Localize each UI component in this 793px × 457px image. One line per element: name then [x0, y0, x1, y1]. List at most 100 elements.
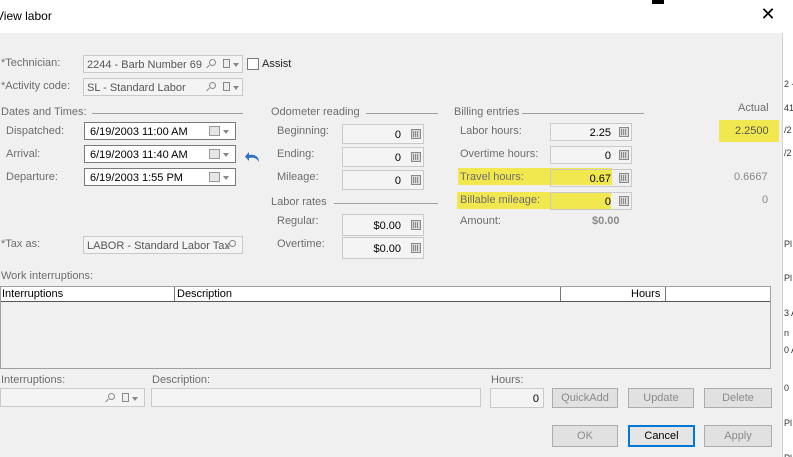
chevron-down-icon[interactable]: [223, 130, 229, 134]
ending-field[interactable]: 0: [342, 147, 424, 167]
bg-text: /2: [784, 148, 792, 158]
odometer-section-title: Odometer reading: [271, 106, 360, 118]
column-header-hours[interactable]: Hours: [631, 288, 660, 300]
billable-mileage-field[interactable]: 0: [550, 192, 632, 210]
delete-button[interactable]: Delete: [704, 388, 772, 408]
labor-hours-field[interactable]: 2.25: [550, 123, 632, 141]
labor-hours-value: 2.25: [589, 127, 611, 139]
billable-mileage-label: Billable mileage:: [460, 194, 541, 206]
column-header-description[interactable]: Description: [177, 288, 232, 300]
calculator-icon[interactable]: [619, 150, 629, 160]
billing-section-title: Billing entries: [454, 106, 520, 118]
bg-text: Pl: [784, 418, 793, 428]
background-window-fragment: [652, 0, 664, 4]
technician-field[interactable]: 2244 - Barb Number 69: [83, 55, 243, 73]
document-icon[interactable]: [223, 82, 230, 91]
dispatched-label: Dispatched:: [6, 125, 65, 137]
dates-section-title: Dates and Times:: [1, 106, 87, 118]
overtime-rate-field[interactable]: $0.00: [342, 237, 424, 259]
close-button[interactable]: ✕: [758, 4, 778, 24]
activity-code-field[interactable]: SL - Standard Labor: [83, 78, 243, 96]
assist-checkbox[interactable]: [247, 58, 259, 70]
chevron-down-icon[interactable]: [233, 63, 239, 67]
hours-field[interactable]: 0: [490, 388, 544, 408]
calculator-icon[interactable]: [619, 173, 629, 183]
regular-rate-field[interactable]: $0.00: [342, 214, 424, 236]
search-icon[interactable]: [229, 240, 236, 247]
actual-labor-value: 2.2500: [735, 125, 769, 137]
dispatched-field[interactable]: 6/19/2003 11:00 AM: [84, 122, 236, 140]
description-field[interactable]: [151, 388, 481, 407]
calculator-icon[interactable]: [411, 243, 421, 253]
travel-hours-field[interactable]: 0.67: [550, 169, 632, 187]
search-icon[interactable]: [209, 59, 216, 66]
overtime-rate-value: $0.00: [373, 243, 401, 255]
travel-hours-value: 0.67: [589, 173, 611, 185]
tax-as-field[interactable]: LABOR - Standard Labor Tax: [83, 236, 243, 254]
bg-text: 0 A: [784, 345, 793, 355]
mileage-value: 0: [394, 175, 401, 187]
document-icon[interactable]: [122, 393, 129, 402]
billable-mileage-value: 0: [604, 196, 611, 208]
bg-text: 3 A: [784, 308, 793, 318]
section-divider: [334, 203, 438, 204]
bg-text: n: [784, 328, 790, 338]
hours-value: 0: [532, 393, 539, 405]
cancel-button[interactable]: Cancel: [628, 425, 695, 447]
search-icon[interactable]: [108, 393, 115, 400]
undo-arrow-icon[interactable]: [244, 150, 262, 164]
column-separator: [665, 287, 666, 301]
arrival-value: 6/19/2003 11:40 AM: [90, 149, 188, 161]
calendar-icon[interactable]: [209, 172, 220, 182]
calculator-icon[interactable]: [619, 196, 629, 206]
bg-text: Pl: [784, 239, 793, 249]
labor-hours-label: Labor hours:: [460, 125, 522, 137]
arrival-label: Arrival:: [6, 148, 41, 160]
ending-label: Ending:: [277, 148, 315, 160]
chevron-down-icon[interactable]: [223, 153, 229, 157]
calculator-icon[interactable]: [411, 220, 421, 230]
calculator-icon[interactable]: [411, 152, 421, 162]
apply-button[interactable]: Apply: [704, 425, 772, 447]
beginning-field[interactable]: 0: [342, 124, 424, 144]
technician-label: *Technician:: [1, 57, 61, 69]
bg-text: Pl: [784, 453, 792, 457]
ok-button[interactable]: OK: [552, 425, 618, 447]
column-header-interruptions[interactable]: Interruptions: [2, 288, 63, 300]
calculator-icon[interactable]: [619, 127, 629, 137]
update-button[interactable]: Update: [628, 388, 694, 408]
overtime-hours-label: Overtime hours:: [460, 148, 539, 160]
chevron-down-icon[interactable]: [223, 176, 229, 180]
regular-rate-label: Regular:: [277, 215, 319, 227]
departure-value: 6/19/2003 1:55 PM: [90, 172, 183, 184]
amount-value: $0.00: [592, 215, 620, 227]
overtime-rate-label: Overtime:: [277, 238, 325, 250]
chevron-down-icon[interactable]: [233, 86, 239, 90]
labor-rates-section-title: Labor rates: [271, 196, 327, 208]
bg-text: 0: [784, 383, 790, 393]
chevron-down-icon[interactable]: [132, 397, 138, 401]
arrival-field[interactable]: 6/19/2003 11:40 AM: [84, 145, 236, 163]
calendar-icon[interactable]: [209, 126, 220, 136]
bg-text: 2 -: [784, 79, 793, 89]
hours-label: Hours:: [491, 374, 524, 386]
calculator-icon[interactable]: [411, 129, 421, 139]
mileage-field[interactable]: 0: [342, 170, 424, 190]
document-icon[interactable]: [223, 59, 230, 68]
column-separator: [560, 287, 561, 301]
departure-field[interactable]: 6/19/2003 1:55 PM: [84, 168, 236, 186]
tax-as-label: *Tax as:: [1, 238, 41, 250]
section-divider: [366, 113, 438, 114]
quickadd-button[interactable]: QuickAdd: [552, 388, 618, 408]
calendar-icon[interactable]: [209, 149, 220, 159]
search-icon[interactable]: [209, 82, 216, 89]
beginning-label: Beginning:: [277, 125, 329, 137]
ending-value: 0: [394, 152, 401, 164]
departure-label: Departure:: [6, 171, 58, 183]
activity-code-label: *Activity code:: [1, 80, 71, 92]
bg-text: Pl: [784, 273, 793, 283]
overtime-hours-field[interactable]: 0: [550, 146, 632, 164]
dispatched-value: 6/19/2003 11:00 AM: [90, 126, 188, 138]
interruptions-field[interactable]: [0, 388, 145, 407]
calculator-icon[interactable]: [411, 175, 421, 185]
